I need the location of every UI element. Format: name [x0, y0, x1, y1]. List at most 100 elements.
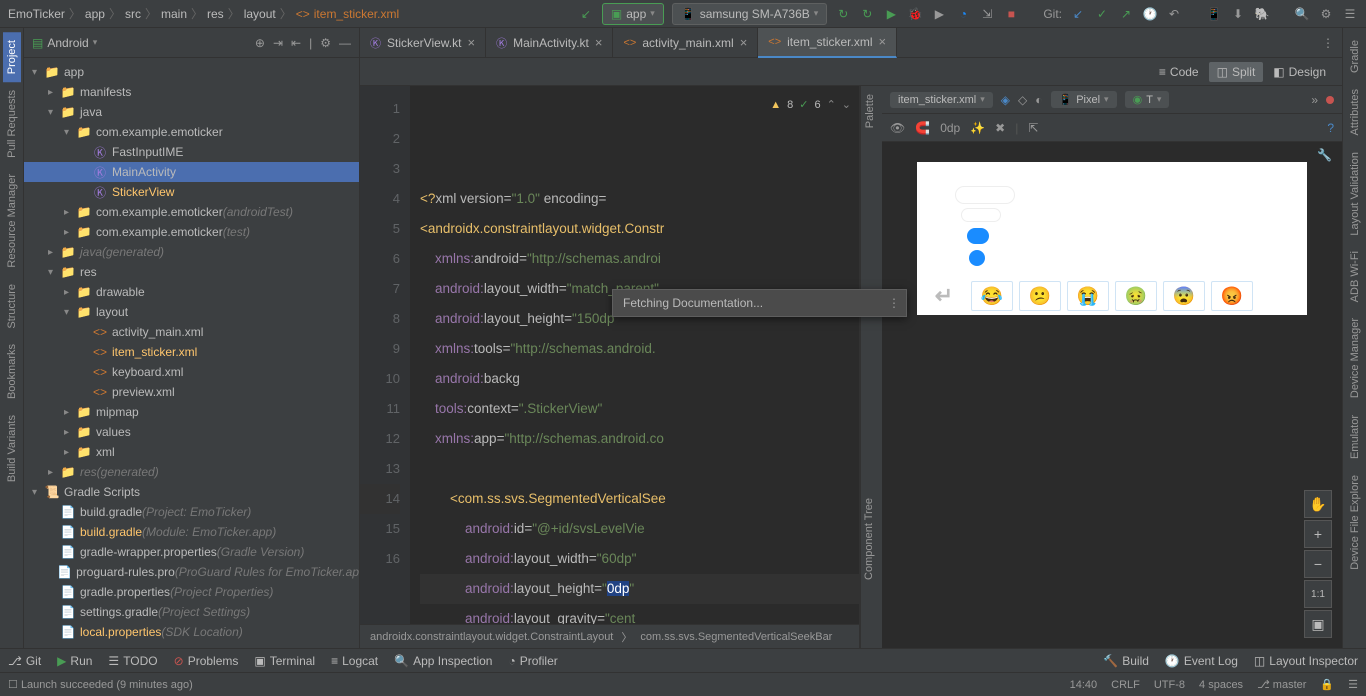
zoom-out-button[interactable]: −	[1304, 550, 1332, 578]
rail-tab-gradle[interactable]: Gradle	[1346, 32, 1364, 81]
preview-canvas[interactable]: 🔧 ↵😂😕😭🤢😨😡 ✋ +	[882, 142, 1342, 648]
tab-app-inspection[interactable]: 🔍App Inspection	[394, 654, 492, 668]
tree-row[interactable]: ▸📁drawable	[24, 282, 359, 302]
tab-profiler[interactable]: ◔Profiler	[508, 654, 557, 668]
tab-build[interactable]: 🔨Build	[1103, 654, 1149, 668]
hide-icon[interactable]: —	[339, 36, 351, 50]
git-branch[interactable]: ⎇ master	[1257, 678, 1306, 691]
rail-tab-bookmarks[interactable]: Bookmarks	[3, 336, 21, 407]
tree-row[interactable]: ▸📁java (generated)	[24, 242, 359, 262]
tree-row[interactable]: <>activity_main.xml	[24, 322, 359, 342]
eye-icon[interactable]: 👁	[890, 121, 905, 135]
tree-row[interactable]: ▾📁java	[24, 102, 359, 122]
run-icon[interactable]: ▶	[883, 6, 899, 22]
tree-row[interactable]: ▸📁mipmap	[24, 402, 359, 422]
zoom-fit-button[interactable]: ▣	[1304, 610, 1332, 638]
tab-todo[interactable]: ☰TODO	[108, 654, 157, 668]
tree-row[interactable]: ▸📁res (generated)	[24, 462, 359, 482]
rail-tab-pull-requests[interactable]: Pull Requests	[3, 82, 21, 166]
tab-logcat[interactable]: ≡Logcat	[331, 654, 378, 668]
inspection-widget[interactable]: ▲8 ✓6 ⌃⌄	[770, 90, 851, 120]
notifications-icon[interactable]: ☰	[1348, 678, 1358, 691]
view-code-button[interactable]: ≡Code	[1151, 62, 1207, 82]
design-surface-icon[interactable]: ◈	[1001, 93, 1010, 107]
preview-theme-dropdown[interactable]: ◉T▾	[1125, 91, 1170, 108]
blueprint-icon[interactable]: ◇	[1018, 93, 1027, 107]
tree-row[interactable]: ▾📁com.example.emoticker	[24, 122, 359, 142]
tree-row[interactable]: 📄proguard-rules.pro (ProGuard Rules for …	[24, 562, 359, 582]
tree-row[interactable]: 📄build.gradle (Project: EmoTicker)	[24, 502, 359, 522]
line-ending[interactable]: CRLF	[1111, 679, 1140, 691]
close-icon[interactable]: ×	[879, 34, 887, 49]
wand-icon[interactable]: ✨	[970, 121, 985, 135]
preview-more-icon[interactable]: »	[1311, 93, 1318, 107]
tab-layout-inspector[interactable]: ◫Layout Inspector	[1254, 654, 1358, 668]
sidebar-view-dropdown[interactable]: ▤ Android ▾	[32, 36, 247, 50]
close-icon[interactable]: ×	[595, 35, 603, 50]
avd-icon[interactable]: 📱	[1206, 6, 1222, 22]
breadcrumb-item[interactable]: layout	[244, 7, 276, 21]
tab-problems[interactable]: ⊘Problems	[174, 654, 239, 668]
breadcrumb-item[interactable]: main	[161, 7, 187, 21]
breadcrumb[interactable]: EmoTicker〉app〉src〉main〉res〉layout〉<> ite…	[8, 5, 574, 22]
tree-row[interactable]: <>keyboard.xml	[24, 362, 359, 382]
rail-tab-attributes[interactable]: Attributes	[1346, 81, 1364, 143]
coverage-icon[interactable]: ▶	[931, 6, 947, 22]
tree-row[interactable]: ▸📁com.example.emoticker (test)	[24, 222, 359, 242]
refresh2-icon[interactable]: ↻	[859, 6, 875, 22]
lock-icon[interactable]: 🔒	[1320, 678, 1334, 691]
tree-row[interactable]: ▾📁app	[24, 62, 359, 82]
debug-icon[interactable]: 🐞	[907, 6, 923, 22]
preview-device-dropdown[interactable]: 📱Pixel▾	[1051, 91, 1117, 108]
breadcrumb-item[interactable]: src	[125, 7, 141, 21]
settings-icon[interactable]: ⚙	[1318, 6, 1334, 22]
sdk-icon[interactable]: ⬇	[1230, 6, 1246, 22]
tab-event-log[interactable]: 🕐Event Log	[1165, 654, 1238, 668]
tree-row[interactable]: ⓀFastInputIME	[24, 142, 359, 162]
rail-tab-project[interactable]: Project	[3, 32, 21, 82]
tree-row[interactable]: ⓀStickerView	[24, 182, 359, 202]
git-push-icon[interactable]: ↗	[1118, 6, 1134, 22]
clear-icon[interactable]: ✖	[995, 121, 1005, 135]
menu-icon[interactable]: ☰	[1342, 6, 1358, 22]
tree-row[interactable]: ⓀMainActivity	[24, 162, 359, 182]
line-gutter[interactable]: 12345678910111213141516	[360, 86, 410, 624]
tree-row[interactable]: ▾📜Gradle Scripts	[24, 482, 359, 502]
sync-gradle-icon[interactable]: 🐘	[1254, 6, 1270, 22]
breadcrumb-item[interactable]: res	[207, 7, 224, 21]
breadcrumb-item[interactable]: EmoTicker	[8, 7, 65, 21]
preview-error-icon[interactable]	[1326, 96, 1334, 104]
tree-row[interactable]: 📄local.properties (SDK Location)	[24, 622, 359, 642]
tree-row[interactable]: ▾📁res	[24, 262, 359, 282]
rail-tab-structure[interactable]: Structure	[3, 276, 21, 337]
view-split-button[interactable]: ◫Split	[1209, 62, 1264, 82]
help-icon[interactable]: ?	[1327, 121, 1334, 135]
attach-icon[interactable]: ⇲	[979, 6, 995, 22]
view-design-button[interactable]: ◧Design	[1265, 62, 1334, 82]
component-tree-tab[interactable]: Component Tree	[860, 490, 882, 588]
tree-row[interactable]: ▸📁xml	[24, 442, 359, 462]
search-icon[interactable]: 🔍	[1294, 6, 1310, 22]
breadcrumb-item[interactable]: item_sticker.xml	[314, 7, 399, 21]
rail-tab-adb-wi-fi[interactable]: ADB Wi-Fi	[1346, 243, 1364, 310]
breadcrumb-item[interactable]: app	[85, 7, 105, 21]
expand-icon[interactable]: ⇤	[291, 36, 301, 50]
encoding[interactable]: UTF-8	[1154, 679, 1185, 691]
rail-tab-emulator[interactable]: Emulator	[1346, 407, 1364, 467]
editor-tab[interactable]: <>activity_main.xml×	[613, 28, 758, 58]
caret-position[interactable]: 14:40	[1070, 679, 1098, 691]
indent[interactable]: 4 spaces	[1199, 679, 1243, 691]
orientation-icon[interactable]: ◐	[1035, 93, 1042, 107]
rail-tab-layout-validation[interactable]: Layout Validation	[1346, 144, 1364, 244]
tab-menu-icon[interactable]: ⋮	[1322, 36, 1334, 50]
preview-file-dropdown[interactable]: item_sticker.xml▾	[890, 92, 993, 108]
rail-tab-resource-manager[interactable]: Resource Manager	[3, 166, 21, 276]
tab-run[interactable]: ▶Run	[57, 654, 92, 668]
sync-icon[interactable]: ↙	[578, 6, 594, 22]
code-editor[interactable]: 12345678910111213141516 ▲8 ✓6 ⌃⌄ <?xml v…	[360, 86, 860, 648]
gear-icon[interactable]: ⚙	[320, 36, 331, 50]
popup-more-icon[interactable]: ⋮	[888, 296, 900, 310]
editor-tab[interactable]: ⓀMainActivity.kt×	[486, 28, 613, 58]
tree-row[interactable]: <>preview.xml	[24, 382, 359, 402]
rail-tab-device-file-explore[interactable]: Device File Explore	[1346, 467, 1364, 578]
